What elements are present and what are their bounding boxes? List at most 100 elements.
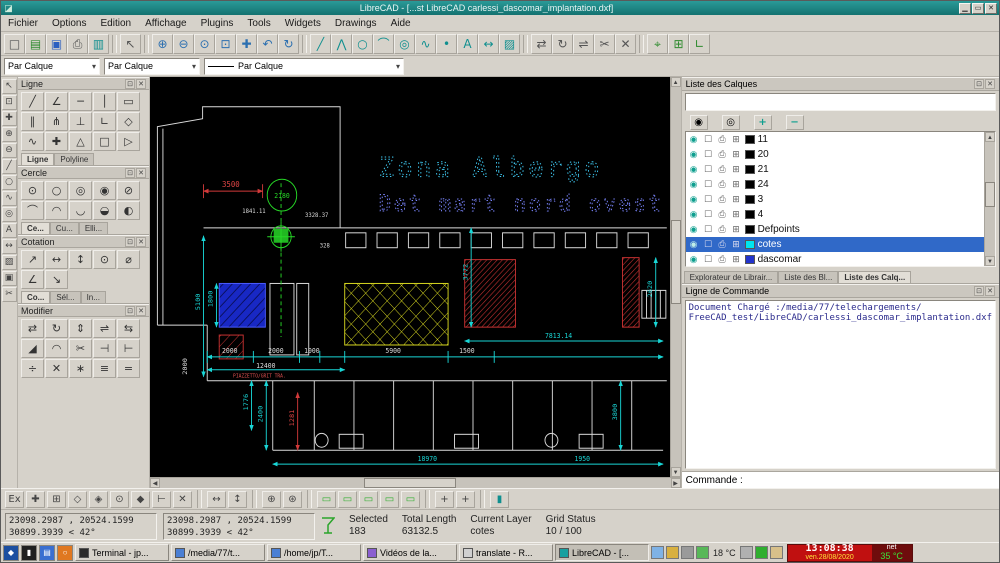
layer-color-swatch[interactable] — [745, 210, 755, 219]
layer-row-11[interactable]: ◉☐⎙⊞11 — [686, 132, 984, 147]
line-bisector-icon[interactable]: ⋔ — [45, 112, 68, 131]
menu-widgets[interactable]: Widgets — [278, 17, 328, 30]
ellipse-icon[interactable]: ◒ — [93, 201, 116, 220]
display-tray-icon[interactable] — [651, 546, 664, 559]
layer-visible-icon[interactable]: ◉ — [688, 194, 700, 205]
ellipse-arc-icon[interactable]: ◐ — [117, 201, 140, 220]
layer-lock-icon[interactable]: ☐ — [703, 195, 714, 205]
dim-diametric-icon[interactable]: ⌀ — [117, 250, 140, 269]
pen-linetype-combo[interactable]: Par Calque ▾ — [204, 58, 404, 75]
line-vertical-icon[interactable]: │ — [93, 92, 116, 111]
line-square-icon[interactable]: □ — [93, 132, 116, 151]
taskbar-button[interactable]: Vidéos de la... — [363, 544, 457, 561]
modify-rotate-icon[interactable]: ↻ — [45, 319, 68, 338]
snap-grid-icon[interactable]: ⊞ — [47, 491, 66, 508]
menu-aide[interactable]: Aide — [384, 17, 418, 30]
document-new-icon[interactable]: □ — [4, 34, 25, 54]
draw-text-icon[interactable]: A — [457, 34, 478, 54]
modify-stretch-icon[interactable]: ⇆ — [117, 319, 140, 338]
hide-all-layers-icon[interactable]: ◎ — [722, 115, 740, 130]
draw-curve-icon[interactable]: ∿ — [2, 191, 17, 206]
close-panel-icon[interactable]: ✕ — [985, 79, 995, 89]
command-widget-icon[interactable]: ▮ — [490, 491, 509, 508]
taskbar-button[interactable]: /media/77/t... — [171, 544, 265, 561]
mixer-tray-icon[interactable] — [740, 546, 753, 559]
float-panel-icon[interactable]: ⊡ — [125, 168, 135, 178]
show-all-layers-icon[interactable]: ◉ — [690, 115, 708, 130]
taskbar-button[interactable]: /home/jp/T... — [267, 544, 361, 561]
layer-row-24[interactable]: ◉☐⎙⊞24 — [686, 177, 984, 192]
modify-scale-icon[interactable]: ⇕ — [69, 319, 92, 338]
modify-move-icon[interactable]: ⇄ — [531, 34, 552, 54]
layer-color-swatch[interactable] — [745, 135, 755, 144]
snap-intersection-icon[interactable]: ✕ — [173, 491, 192, 508]
updates-tray-icon[interactable] — [666, 546, 679, 559]
draw-ellipse-icon[interactable]: ◎ — [2, 207, 17, 222]
grid-plus-icon[interactable]: + — [435, 491, 454, 508]
restrict-horizontal-icon[interactable]: ↔ — [207, 491, 226, 508]
layer-construction-icon[interactable]: ⊞ — [731, 255, 742, 265]
layer-print-icon[interactable]: ⎙ — [717, 240, 728, 250]
modify-trim-icon[interactable]: ✂ — [69, 339, 92, 358]
tab-ligne[interactable]: Ligne — [21, 153, 54, 165]
layer-row-20[interactable]: ◉☐⎙⊞20 — [686, 147, 984, 162]
clock-widget[interactable]: 13:08:38 ven.28/08/2020 net 35 °C — [787, 544, 913, 562]
tab-explorateurdelibrair[interactable]: Explorateur de Librair... — [684, 271, 779, 283]
taskbar-button[interactable]: Terminal - jp... — [75, 544, 169, 561]
modify-trim-two-icon[interactable]: ⊣ — [93, 339, 116, 358]
scroll-down-icon[interactable]: ▼ — [671, 467, 681, 477]
tab-elli[interactable]: Elli... — [79, 222, 108, 234]
draw-arc-icon[interactable]: ⌒ — [373, 34, 394, 54]
grid-minus-icon[interactable]: + — [456, 491, 475, 508]
tab-ce[interactable]: Ce... — [21, 222, 50, 234]
layer-row-3[interactable]: ◉☐⎙⊞3 — [686, 192, 984, 207]
scroll-left-icon[interactable]: ◀ — [150, 478, 160, 488]
layer-color-swatch[interactable] — [745, 165, 755, 174]
float-panel-icon[interactable]: ⊡ — [974, 79, 984, 89]
dim-leader-icon[interactable]: ↘ — [45, 270, 68, 289]
modify-trim-icon[interactable]: ✂ — [594, 34, 615, 54]
circle-three-points-icon[interactable]: ◎ — [69, 181, 92, 200]
float-panel-icon[interactable]: ⊡ — [125, 237, 135, 247]
draw-circle-icon[interactable]: ○ — [352, 34, 373, 54]
zoom-previous-icon[interactable]: ↶ — [257, 34, 278, 54]
modify-divide-icon[interactable]: ÷ — [21, 359, 44, 378]
line-parallel-icon[interactable]: ∥ — [21, 112, 44, 131]
layer-lock-icon[interactable]: ☐ — [703, 150, 714, 160]
modify-mirror-icon[interactable]: ⇌ — [93, 319, 116, 338]
modify-icon[interactable]: ✂ — [2, 287, 17, 302]
horizontal-scrollbar[interactable]: ◀ ▶ — [150, 477, 681, 488]
scrollbar-thumb[interactable] — [364, 478, 456, 488]
line-horizontal-icon[interactable]: ─ — [69, 92, 92, 111]
print-icon[interactable]: ⎙ — [67, 34, 88, 54]
layer-construction-icon[interactable]: ⊞ — [731, 150, 742, 160]
float-panel-icon[interactable]: ⊡ — [974, 286, 984, 296]
line-cross-icon[interactable]: ✚ — [45, 132, 68, 151]
circle-center-point-icon[interactable]: ⊙ — [21, 181, 44, 200]
menu-tools[interactable]: Tools — [240, 17, 277, 30]
menu-fichier[interactable]: Fichier — [1, 17, 45, 30]
layer-visible-icon[interactable]: ◉ — [688, 179, 700, 190]
layer-list-scrollbar[interactable]: ▲ ▼ — [984, 132, 995, 266]
lock-relative-zero-icon[interactable]: ⊛ — [283, 491, 302, 508]
tab-co[interactable]: Co... — [21, 291, 50, 303]
monitor-tray-icon[interactable] — [755, 546, 768, 559]
menu-affichage[interactable]: Affichage — [138, 17, 194, 30]
scrollbar-thumb[interactable] — [985, 182, 995, 207]
modify-delete-icon[interactable]: ✕ — [45, 359, 68, 378]
network-tray-icon[interactable] — [696, 546, 709, 559]
line-freehand-icon[interactable]: ∿ — [21, 132, 44, 151]
layer-row-Defpoints[interactable]: ◉☐⎙⊞Defpoints — [686, 222, 984, 237]
modify-explode-icon[interactable]: ∗ — [69, 359, 92, 378]
arc-tangent-icon[interactable]: ◡ — [69, 201, 92, 220]
layer-lock-icon[interactable]: ☐ — [703, 165, 714, 175]
layer-color-swatch[interactable] — [745, 150, 755, 159]
modify-move-icon[interactable]: ⇄ — [21, 319, 44, 338]
line-orthogonal-icon[interactable]: ∟ — [93, 112, 116, 131]
browser-launcher-icon[interactable]: ○ — [57, 545, 73, 561]
modify-bevel-icon[interactable]: ◢ — [21, 339, 44, 358]
pan-icon[interactable]: ✚ — [2, 111, 17, 126]
minimize-button[interactable]: ▁ — [959, 3, 971, 14]
layer-visible-icon[interactable]: ◉ — [688, 224, 700, 235]
circle-tangent-icon[interactable]: ⊘ — [117, 181, 140, 200]
